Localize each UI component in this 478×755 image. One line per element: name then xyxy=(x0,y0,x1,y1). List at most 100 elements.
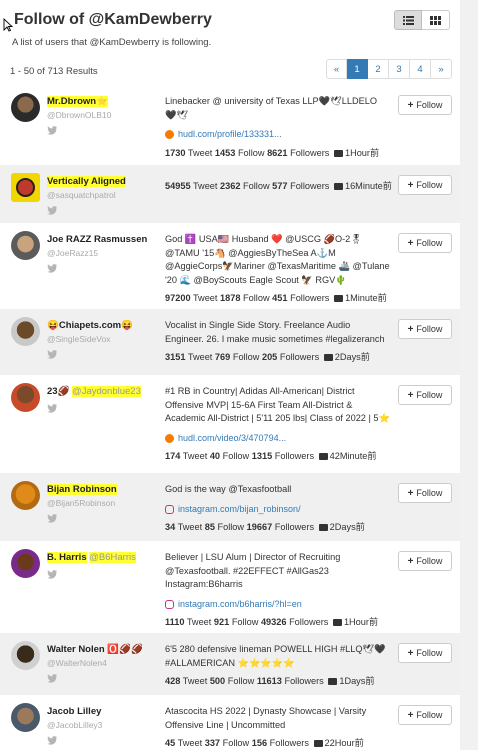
tweet-label: Tweet xyxy=(187,147,213,158)
page-3[interactable]: 3 xyxy=(389,59,410,79)
tweet-count: 174 xyxy=(165,451,181,461)
user-handle[interactable]: @JacobLilley3 xyxy=(47,720,159,730)
avatar[interactable] xyxy=(11,703,40,732)
follow-button[interactable]: + Follow xyxy=(398,233,452,253)
twitter-icon[interactable] xyxy=(47,264,57,273)
instagram-icon xyxy=(165,599,174,609)
user-bio: Vocalist in Single Side Story. Freelance… xyxy=(165,319,390,365)
comment-icon xyxy=(333,149,343,157)
tweet-count: 97200 xyxy=(165,293,191,303)
scrollbar[interactable] xyxy=(460,0,478,750)
followers-label: Followers xyxy=(279,352,320,362)
page-1[interactable]: 1 xyxy=(347,59,368,79)
user-name[interactable]: 23🏈 @Jaydonblue23 xyxy=(47,385,159,398)
twitter-icon[interactable] xyxy=(47,404,57,413)
twitter-icon[interactable] xyxy=(47,206,57,215)
twitter-icon[interactable] xyxy=(47,126,57,135)
avatar[interactable] xyxy=(11,383,40,412)
followers-count: 156 xyxy=(251,738,268,748)
twitter-icon[interactable] xyxy=(47,570,57,579)
avatar[interactable] xyxy=(11,481,40,510)
user-name-text: B. Harris xyxy=(47,552,87,563)
follow-label: Follow xyxy=(231,617,259,627)
tweet-count: 3151 xyxy=(165,352,186,362)
page-next[interactable]: » xyxy=(431,59,452,79)
user-handle[interactable]: @SingleSideVox xyxy=(47,334,159,344)
plus-icon: + xyxy=(407,179,414,191)
user-name[interactable]: Joe RAZZ Rasmussen xyxy=(47,233,159,246)
user-handle-inline[interactable]: @B6Harris xyxy=(89,552,136,563)
follow-button[interactable]: + Follow xyxy=(398,175,452,195)
user-handle-inline[interactable]: @Jaydonblue23 xyxy=(72,386,141,397)
user-info: 23🏈 @Jaydonblue23 xyxy=(47,385,159,416)
profile-link[interactable]: hudl.com/profile/133331... xyxy=(165,128,390,142)
tweet-label: Tweet xyxy=(192,293,218,303)
user-bio: Believer | LSU Alum | Director of Recrui… xyxy=(165,551,390,630)
avatar[interactable] xyxy=(11,93,40,122)
follow-button-label: Follow xyxy=(416,180,443,190)
user-name[interactable]: Mr.Dbrown⭐ xyxy=(47,95,159,108)
followers-count: 451 xyxy=(272,293,288,303)
follow-button[interactable]: + Follow xyxy=(398,319,452,339)
profile-link[interactable]: hudl.com/video/3/470794... xyxy=(165,432,390,446)
user-name[interactable]: Bijan Robinson xyxy=(47,483,159,496)
followers-label: Followers xyxy=(290,293,330,303)
last-active: 2Days前 xyxy=(329,522,365,532)
user-handle[interactable]: @Bijan5Robinson xyxy=(47,498,159,508)
follow-button[interactable]: + Follow xyxy=(398,705,452,725)
user-row: Jacob Lilley @JacobLilley3 Atascocita HS 2… xyxy=(0,695,460,755)
page-2[interactable]: 2 xyxy=(368,59,389,79)
avatar[interactable] xyxy=(11,173,40,202)
twitter-icon[interactable] xyxy=(47,736,57,745)
comment-icon xyxy=(333,183,343,190)
user-name[interactable]: Walter Nolen 🅾️🏈🏈 xyxy=(47,643,159,656)
page-prev[interactable]: « xyxy=(326,59,347,79)
hudl-icon xyxy=(165,433,174,443)
result-count: 1 - 50 of 713 Results xyxy=(10,66,98,77)
tweet-label: Tweet xyxy=(182,676,208,686)
followers-count: 8621 xyxy=(267,147,288,158)
follow-button[interactable]: + Follow xyxy=(398,483,452,503)
user-info: Jacob Lilley @JacobLilley3 xyxy=(47,705,159,748)
user-handle[interactable]: @WalterNolen4 xyxy=(47,658,159,668)
bio-text: #1 RB in Country| Adidas All-American| D… xyxy=(165,386,390,423)
comment-icon xyxy=(318,453,328,460)
avatar[interactable] xyxy=(11,641,40,670)
avatar[interactable] xyxy=(11,317,40,346)
user-stats: 45 Tweet 337 Follow 156 Followers 22Hour… xyxy=(165,737,390,751)
avatar[interactable] xyxy=(11,231,40,260)
view-toggle xyxy=(394,10,450,30)
user-name[interactable]: Vertically Aligned xyxy=(47,175,159,188)
list-view-button[interactable] xyxy=(394,10,422,30)
twitter-icon[interactable] xyxy=(47,674,57,683)
comment-icon xyxy=(328,678,338,685)
user-name[interactable]: Jacob Lilley xyxy=(47,705,159,718)
followers-label: Followers xyxy=(290,181,330,191)
profile-link[interactable]: instagram.com/bijan_robinson/ xyxy=(165,503,390,517)
follow-button[interactable]: + Follow xyxy=(398,551,452,571)
follow-label: Follow xyxy=(217,522,245,532)
grid-view-button[interactable] xyxy=(422,10,450,30)
tweet-label: Tweet xyxy=(187,352,213,362)
followers-label: Followers xyxy=(269,738,309,748)
page-4[interactable]: 4 xyxy=(410,59,431,79)
followers-count: 19667 xyxy=(246,522,273,532)
user-name[interactable]: 😝Chiapets.com😝 xyxy=(47,319,159,332)
twitter-icon[interactable] xyxy=(47,350,57,359)
profile-link[interactable]: instagram.com/b6harris/?hl=en xyxy=(165,598,390,612)
user-handle[interactable]: @JoeRazz15 xyxy=(47,248,159,258)
follow-button[interactable]: + Follow xyxy=(398,95,452,115)
last-active: 16Minute前 xyxy=(344,181,392,191)
user-name[interactable]: B. Harris @B6Harris xyxy=(47,551,159,564)
twitter-icon[interactable] xyxy=(47,514,57,523)
avatar[interactable] xyxy=(11,549,40,578)
user-handle[interactable]: @DbrownOLB10 xyxy=(47,110,159,120)
profile-link-text: instagram.com/b6harris/?hl=en xyxy=(178,598,302,609)
scrollbar-thumb[interactable] xyxy=(462,0,476,750)
follow-button[interactable]: + Follow xyxy=(398,643,452,663)
follow-button[interactable]: + Follow xyxy=(398,385,452,405)
plus-icon: + xyxy=(407,555,414,567)
tweet-label: Tweet xyxy=(177,522,203,532)
user-handle[interactable]: @sasquatchpatrol xyxy=(47,190,159,200)
last-active: 2Days前 xyxy=(334,352,370,362)
